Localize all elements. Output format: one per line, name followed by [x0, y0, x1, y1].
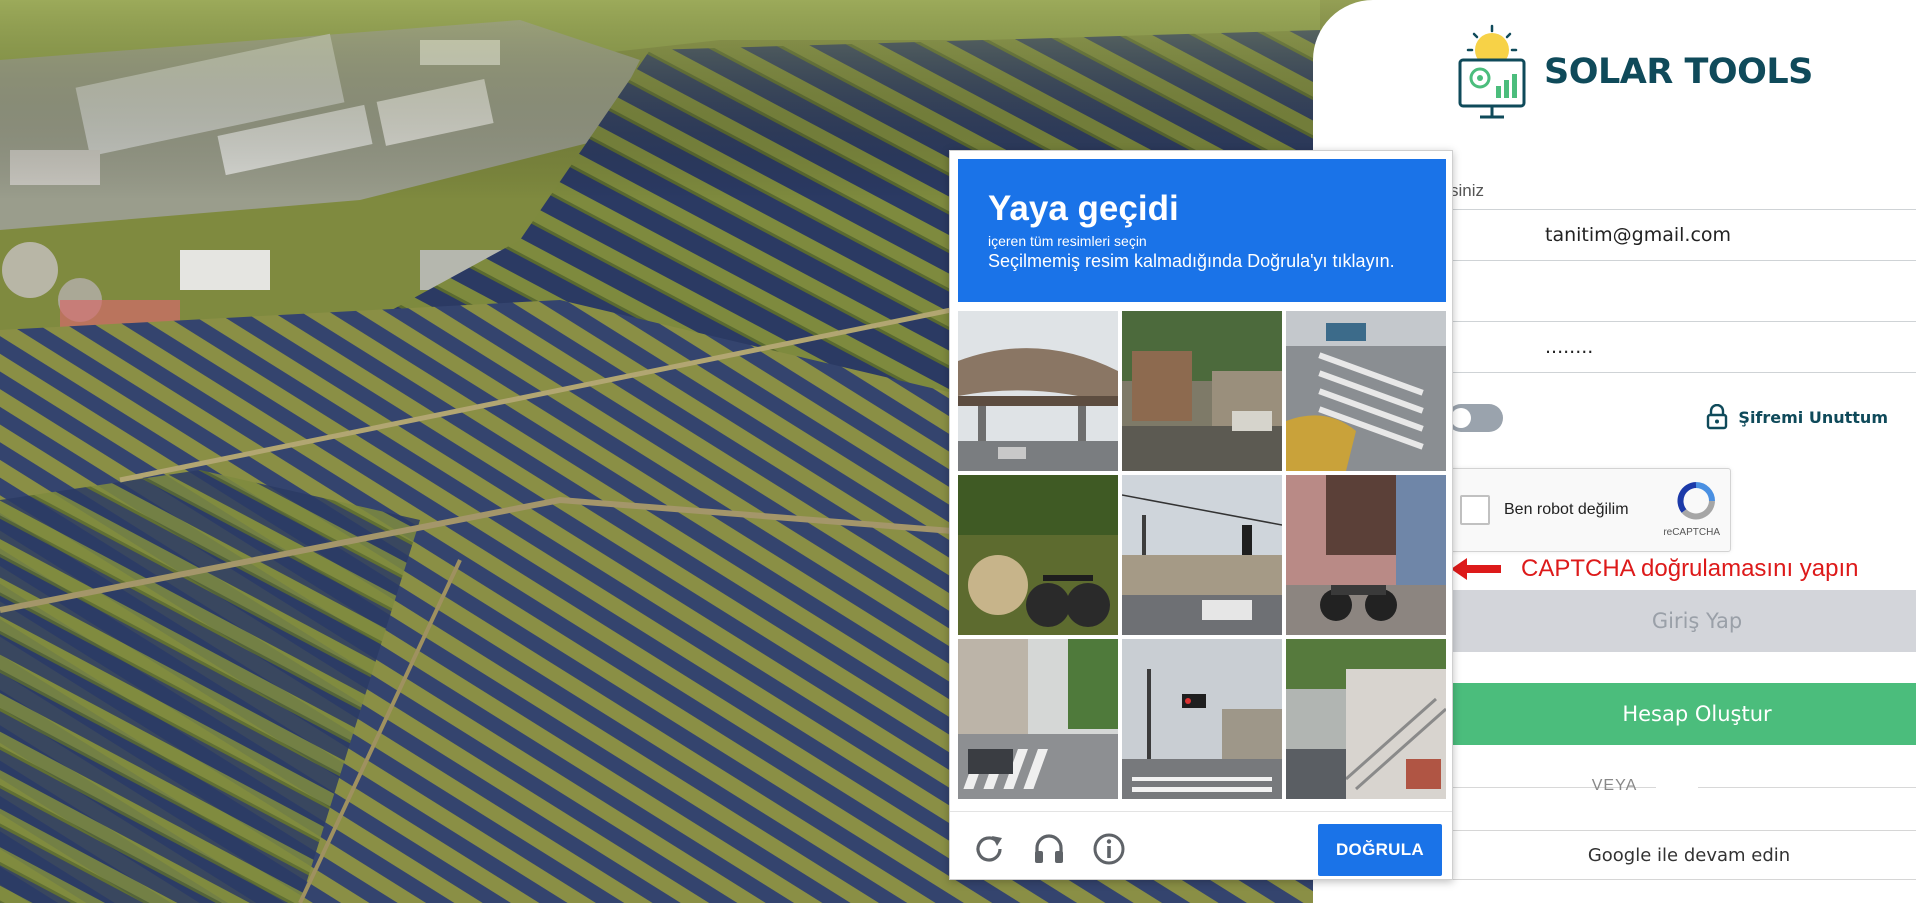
- challenge-tile-8[interactable]: [1122, 639, 1282, 799]
- recaptcha-brand: reCAPTCHA: [1663, 527, 1720, 538]
- brand-logo: SOLAR TOOLS: [1456, 24, 1813, 120]
- challenge-tile-1[interactable]: [958, 311, 1118, 471]
- challenge-subtitle: içeren tüm resimleri seçin: [988, 233, 1147, 249]
- remember-me-toggle[interactable]: [1447, 404, 1503, 432]
- create-account-button[interactable]: Hesap Oluştur: [1411, 683, 1916, 745]
- challenge-title: Yaya geçidi: [988, 189, 1179, 228]
- password-field[interactable]: ........: [1411, 321, 1916, 373]
- challenge-tile-2[interactable]: [1122, 311, 1282, 471]
- lock-icon: [1707, 404, 1728, 430]
- password-field-value: ........: [1545, 336, 1594, 358]
- recaptcha-checkbox[interactable]: [1460, 495, 1490, 525]
- arrow-left-icon: [1451, 558, 1501, 580]
- challenge-tile-5[interactable]: [1122, 475, 1282, 635]
- captcha-challenge-dialog: Yaya geçidi içeren tüm resimleri seçin S…: [949, 150, 1453, 880]
- recaptcha-logo-icon: [1677, 482, 1715, 520]
- challenge-tile-3[interactable]: [1286, 311, 1446, 471]
- challenge-instruction: Seçilmemiş resim kalmadığında Doğrula'yı…: [988, 251, 1395, 271]
- google-signin-button[interactable]: Google ile devam edin: [1411, 830, 1916, 880]
- verify-button[interactable]: DOĞRULA: [1318, 824, 1442, 876]
- headphones-icon[interactable]: [1032, 832, 1066, 871]
- email-field-value: tanitim@gmail.com: [1545, 224, 1732, 246]
- captcha-hint: CAPTCHA doğrulamasını yapın: [1451, 555, 1859, 583]
- email-field-label: siniz: [1450, 181, 1485, 200]
- recaptcha-label: Ben robot değilim: [1504, 501, 1629, 518]
- challenge-tile-9[interactable]: [1286, 639, 1446, 799]
- captcha-hint-text: CAPTCHA doğrulamasını yapın: [1521, 555, 1859, 582]
- reload-icon[interactable]: [972, 832, 1006, 871]
- challenge-tile-4[interactable]: [958, 475, 1118, 635]
- forgot-password-label: Şifremi Unuttum: [1738, 407, 1888, 427]
- challenge-image-grid: [958, 311, 1446, 799]
- challenge-header: Yaya geçidi içeren tüm resimleri seçin S…: [958, 159, 1446, 302]
- info-icon[interactable]: [1092, 832, 1126, 871]
- login-button[interactable]: Giriş Yap: [1411, 590, 1916, 652]
- brand-name: SOLAR TOOLS: [1544, 52, 1813, 92]
- challenge-tile-6[interactable]: [1286, 475, 1446, 635]
- solar-monitor-icon: [1458, 24, 1526, 119]
- forgot-password-link[interactable]: Şifremi Unuttum: [1706, 404, 1888, 430]
- toggle-knob: [1451, 408, 1471, 428]
- email-field[interactable]: tanitim@gmail.com: [1411, 209, 1916, 261]
- recaptcha-widget: Ben robot değilim reCAPTCHA: [1431, 468, 1731, 552]
- challenge-tile-7[interactable]: [958, 639, 1118, 799]
- challenge-footer: DOĞRULA: [950, 811, 1452, 879]
